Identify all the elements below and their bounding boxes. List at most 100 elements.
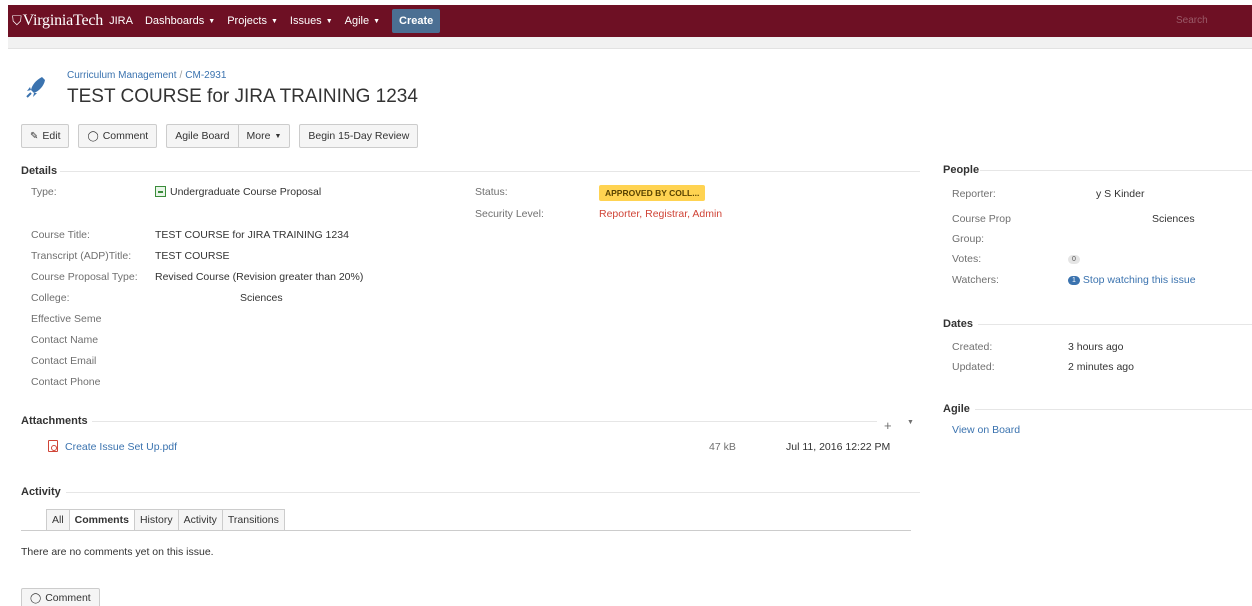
people-heading[interactable]: People — [943, 164, 979, 176]
activity-heading[interactable]: Activity — [21, 486, 61, 498]
add-comment-label: Comment — [45, 592, 91, 604]
status-label: Status: — [475, 186, 508, 198]
more-button[interactable]: More ▼ — [237, 124, 291, 148]
course-prop-label: Course Prop — [952, 213, 1011, 225]
issue-toolbar: ✎ Edit ◯ Comment Agile Board More ▼ Begin 1… — [21, 124, 419, 148]
contact-phone-label: Contact Phone — [31, 376, 101, 388]
contact-email-label: Contact Email — [31, 355, 97, 367]
view-on-board-link[interactable]: View on Board — [952, 424, 1020, 436]
breadcrumb-separator: / — [179, 70, 183, 81]
attachment-link[interactable]: Create Issue Set Up.pdf — [65, 441, 177, 453]
activity-divider — [66, 492, 920, 493]
add-attachment-icon[interactable]: + — [884, 418, 892, 433]
created-label: Created: — [952, 341, 993, 353]
nav-agile[interactable]: Agile ▼ — [345, 15, 380, 27]
tab-comments[interactable]: Comments — [69, 509, 135, 531]
nav-issues-label: Issues — [289, 15, 322, 27]
agile-board-button[interactable]: Agile Board — [166, 124, 238, 148]
begin-review-button[interactable]: Begin 15-Day Review — [299, 124, 419, 148]
tab-transitions[interactable]: Transitions — [222, 509, 285, 531]
attachments-heading[interactable]: Attachments — [21, 415, 88, 427]
group-label: Group: — [952, 233, 985, 245]
breadcrumb: Curriculum Management / CM-2931 — [67, 70, 226, 81]
type-value-text: Undergraduate Course Proposal — [170, 186, 322, 198]
nav-projects[interactable]: Projects ▼ — [227, 15, 278, 27]
created-value: 3 hours ago — [1068, 341, 1124, 353]
contact-name-label: Contact Name — [31, 334, 99, 346]
course-title-value[interactable]: TEST COURSE for JIRA TRAINING 1234 — [155, 229, 349, 241]
reporter-value[interactable]: y S Kinder — [1096, 188, 1144, 200]
reporter-label: Reporter: — [952, 188, 996, 200]
proposal-type-label: Course Proposal Type: — [31, 271, 138, 283]
no-comments-message: There are no comments yet on this issue. — [21, 546, 214, 558]
attachments-divider — [92, 421, 877, 422]
details-divider — [60, 171, 920, 172]
nav-projects-label: Projects — [227, 15, 267, 27]
attachment-date: Jul 11, 2016 12:22 PM — [786, 441, 891, 453]
caret-down-icon: ▼ — [270, 17, 278, 25]
breadcrumb-project[interactable]: Curriculum Management — [67, 70, 177, 81]
votes-badge: 0 — [1068, 255, 1080, 264]
watchers-value[interactable]: 1 Stop watching this issue — [1068, 274, 1196, 286]
logo-text: VirginiaTech — [22, 12, 104, 29]
people-divider — [980, 170, 1252, 171]
tab-activity[interactable]: Activity — [178, 509, 223, 531]
college-value[interactable]: Sciences — [240, 292, 283, 304]
dates-divider — [978, 324, 1252, 325]
caret-down-icon: ▼ — [325, 17, 333, 25]
caret-down-icon: ▼ — [373, 17, 381, 25]
updated-value: 2 minutes ago — [1068, 361, 1134, 373]
breadcrumb-issue-key[interactable]: CM-2931 — [185, 70, 226, 81]
top-navigation-bar: ⛉VirginiaTech JIRA Dashboards ▼ Projects ▼… — [8, 5, 1252, 37]
watchers-label: Watchers: — [952, 274, 999, 286]
pdf-file-icon — [48, 440, 58, 452]
caret-down-icon: ▼ — [274, 132, 282, 140]
dates-heading[interactable]: Dates — [943, 318, 973, 330]
attachment-size: 47 kB — [709, 441, 736, 453]
add-comment-button[interactable]: ◯ Comment — [21, 588, 100, 606]
edit-button[interactable]: ✎ Edit — [21, 124, 70, 148]
agile-heading[interactable]: Agile — [943, 403, 970, 415]
course-title-label: Course Title: — [31, 229, 90, 241]
status-badge[interactable]: APPROVED BY COLL... — [599, 185, 706, 201]
comment-button[interactable]: ◯ Comment — [78, 124, 158, 148]
jira-label[interactable]: JIRA — [109, 15, 133, 27]
tab-history[interactable]: History — [134, 509, 179, 531]
activity-tabs: All Comments History Activity Transition… — [46, 509, 285, 531]
college-label: College: — [31, 292, 70, 304]
stop-watching-link[interactable]: Stop watching this issue — [1083, 274, 1196, 286]
updated-label: Updated: — [952, 361, 995, 373]
virginia-tech-logo[interactable]: ⛉VirginiaTech — [12, 12, 103, 30]
brand[interactable]: ⛉VirginiaTech JIRA — [12, 12, 133, 30]
search-input[interactable]: Search — [1176, 12, 1234, 30]
votes-label: Votes: — [952, 253, 982, 265]
details-heading[interactable]: Details — [21, 165, 57, 177]
toolbar-group: Agile Board More ▼ — [166, 124, 291, 148]
rocket-icon — [26, 77, 45, 98]
create-button[interactable]: Create — [392, 9, 441, 33]
shield-icon: ⛉ — [12, 13, 22, 28]
comment-icon: ◯ — [87, 130, 99, 142]
edit-label: Edit — [42, 130, 61, 142]
votes-count[interactable]: 0 — [1068, 253, 1080, 265]
proposal-type-value[interactable]: Revised Course (Revision greater than 20… — [155, 271, 363, 283]
effective-semester-label: Effective Seme — [31, 313, 102, 325]
comment-label: Comment — [102, 130, 149, 142]
pencil-icon: ✎ — [30, 130, 39, 142]
nav-issues[interactable]: Issues ▼ — [290, 15, 333, 27]
nav-dashboards-label: Dashboards — [144, 15, 205, 27]
transcript-title-value[interactable]: TEST COURSE — [155, 250, 229, 262]
subheader-strip — [8, 37, 1252, 49]
nav-dashboards[interactable]: Dashboards ▼ — [145, 15, 215, 27]
caret-down-icon: ▼ — [208, 17, 216, 25]
comment-icon: ◯ — [30, 592, 42, 604]
tabs-underline — [21, 530, 911, 531]
course-prop-value[interactable]: Sciences — [1152, 213, 1195, 225]
security-level-value[interactable]: Reporter, Registrar, Admin — [599, 208, 722, 220]
transcript-title-label: Transcript (ADP)Title: — [31, 250, 132, 262]
more-label: More — [246, 130, 271, 142]
tab-all[interactable]: All — [46, 509, 70, 531]
nav-agile-label: Agile — [344, 15, 370, 27]
attachment-options-icon[interactable]: ▼ — [907, 419, 914, 426]
issue-title[interactable]: TEST COURSE for JIRA TRAINING 1234 — [67, 86, 418, 108]
